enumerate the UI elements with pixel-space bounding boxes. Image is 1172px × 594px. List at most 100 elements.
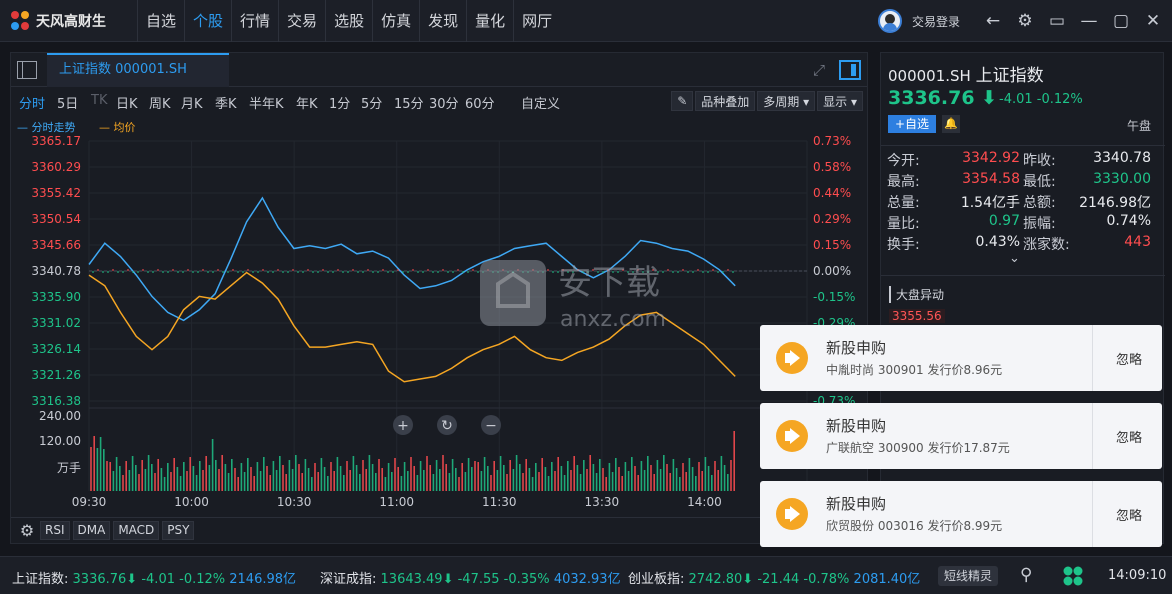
volume-tick: 240.00 <box>39 409 81 423</box>
indicator-tab-2[interactable]: MACD <box>113 521 160 540</box>
app-logo: 天风高财生 <box>8 9 106 33</box>
toast-body: 广联航空 300900 发行价17.87元 <box>826 441 1010 455</box>
indicator-settings-icon[interactable]: ⚙ <box>17 521 37 540</box>
nav-item-7[interactable]: 量化 <box>466 0 513 42</box>
stat-label: 涨家数: <box>1023 237 1070 253</box>
clock: 14:09:10 <box>1108 568 1167 583</box>
intraday-chart[interactable]: 3365.17 3360.29 3355.42 3350.54 3345.66 3340.… <box>11 129 867 517</box>
nav-item-3[interactable]: 交易 <box>278 0 325 42</box>
message-icon[interactable]: ▭ <box>1046 10 1068 32</box>
stat-value: 2146.98亿 <box>1079 195 1151 211</box>
y-tick-left: 3350.54 <box>31 212 81 226</box>
y-tick-right: 0.73% <box>813 134 851 148</box>
x-tick: 11:00 <box>379 495 414 509</box>
minimize-icon[interactable]: — <box>1078 10 1100 32</box>
ipo-toast[interactable]: 新股申购 广联航空 300900 发行价17.87元 忽略 <box>760 403 1162 469</box>
fullscreen-icon[interactable]: ⤢ <box>809 61 829 79</box>
period-tab-8[interactable]: 年K <box>296 93 318 112</box>
maximize-icon[interactable]: ▢ <box>1110 10 1132 32</box>
indicator-tab-3[interactable]: PSY <box>162 521 195 540</box>
stat-label: 昨收: <box>1023 153 1056 169</box>
nav-item-8[interactable]: 网厅 <box>513 0 560 42</box>
period-tab-0[interactable]: 分时 <box>19 93 45 112</box>
bell-icon[interactable]: 🔔 <box>942 115 960 133</box>
ignore-button[interactable]: 忽略 <box>1116 349 1142 368</box>
gear-icon[interactable]: ⚙ <box>1014 10 1036 32</box>
nav-item-4[interactable]: 选股 <box>325 0 372 42</box>
indicator-tab-1[interactable]: DMA <box>72 521 111 540</box>
top-right-tools: 交易登录 ← ⚙ ▭ — ▢ ✕ <box>877 0 1164 42</box>
indicator-tab-0[interactable]: RSI <box>40 521 70 540</box>
stat-row: 总量: 1.54亿手 总额: 2146.98亿 <box>881 190 1165 211</box>
ignore-button[interactable]: 忽略 <box>1116 427 1142 446</box>
quote-name: 上证指数 <box>975 66 1044 86</box>
period-tab-9[interactable]: 1分 <box>329 93 350 112</box>
overlay-button[interactable]: 品种叠加 <box>695 91 756 111</box>
multi-period-label: 多周期 <box>763 95 800 109</box>
stat-row: 今开: 3342.92 昨收: 3340.78 <box>881 148 1165 169</box>
right-panel-toggle-icon[interactable] <box>839 60 861 80</box>
nav-item-6[interactable]: 发现 <box>419 0 466 42</box>
chart-tabbar: 上证指数 000001.SH ⤢ <box>11 53 867 87</box>
watermark-cn: 安下载 <box>558 263 660 303</box>
tab-sh-index[interactable]: 上证指数 000001.SH <box>47 53 229 87</box>
refresh-icon-glyph: ↻ <box>441 418 453 434</box>
ticker-cy-name: 创业板指: <box>628 572 685 587</box>
stat-label: 量比: <box>887 216 920 232</box>
nav-item-0[interactable]: 自选 <box>137 0 184 42</box>
multi-period-select[interactable]: 多周期 ▾ <box>757 91 816 111</box>
y-tick-left: 3326.14 <box>31 342 81 356</box>
y-tick-right: 0.58% <box>813 160 851 174</box>
brush-icon[interactable]: ✎ <box>671 91 694 111</box>
search-icon[interactable]: ⚲ <box>1020 565 1032 585</box>
user-avatar[interactable] <box>877 9 902 33</box>
toast-body: 中胤时尚 300901 发行价8.96元 <box>826 363 1003 377</box>
ticker-cy-chg: -21.44 <box>757 572 800 587</box>
ignore-button[interactable]: 忽略 <box>1116 505 1142 524</box>
close-icon[interactable]: ✕ <box>1142 10 1164 32</box>
volume-tick: 万手 <box>57 461 81 475</box>
ticker-sh[interactable]: 上证指数: 3336.76⬇ -4.01 -0.12% 2146.98亿 <box>12 568 296 587</box>
ipo-toast[interactable]: 新股申购 欣贸股份 003016 发行价8.99元 忽略 <box>760 481 1162 547</box>
watermark-icon: 安下载 anxz.com <box>480 260 666 332</box>
down-arrow-icon: ⬇ <box>981 87 998 109</box>
ticker-cy-amt: 2081.40亿 <box>853 572 921 587</box>
nav-item-5[interactable]: 仿真 <box>372 0 419 42</box>
y-tick-left: 3335.90 <box>31 290 81 304</box>
chevron-down-icon[interactable]: ⌄ <box>1009 251 1020 266</box>
ticker-cy[interactable]: 创业板指: 2742.80⬇ -21.44 -0.78% 2081.40亿 <box>628 568 920 587</box>
x-tick: 13:30 <box>585 495 620 509</box>
period-tab-7[interactable]: 半年K <box>249 93 284 112</box>
trade-login-link[interactable]: 交易登录 <box>912 13 960 30</box>
y-tick-right: 0.15% <box>813 238 851 252</box>
nav-item-1[interactable]: 个股 <box>184 0 231 42</box>
period-tab-13[interactable]: 60分 <box>465 93 495 112</box>
quote-change-pct: -0.12% <box>1036 92 1083 107</box>
period-tab-14[interactable]: 自定义 <box>521 93 560 112</box>
period-tab-4[interactable]: 周K <box>149 93 171 112</box>
sidebar-toggle-icon[interactable] <box>17 61 37 79</box>
period-tab-10[interactable]: 5分 <box>361 93 382 112</box>
nav-item-2[interactable]: 行情 <box>231 0 278 42</box>
period-tab-3[interactable]: 日K <box>116 93 138 112</box>
period-tab-2[interactable]: TK <box>91 93 107 108</box>
stat-label: 最高: <box>887 174 920 190</box>
anomaly-price: 3355.56 <box>889 309 945 323</box>
ipo-toast[interactable]: 新股申购 中胤时尚 300901 发行价8.96元 忽略 <box>760 325 1162 391</box>
quote-stats: 今开: 3342.92 昨收: 3340.78 最高: 3354.58 最低: 3330.00… <box>881 145 1165 253</box>
ticker-sz[interactable]: 深证成指: 13643.49⬇ -47.55 -0.35% 4032.93亿 <box>320 568 621 587</box>
display-select[interactable]: 显示 ▾ <box>817 91 863 111</box>
back-arrow-icon[interactable]: ← <box>982 10 1004 32</box>
apps-grid-icon[interactable] <box>1062 565 1084 587</box>
period-tab-1[interactable]: 5日 <box>57 93 78 112</box>
period-bar: ✎ 品种叠加 多周期 ▾ 显示 ▾ 分时 5日 TK 日K 周K 月K 季K 半年K 年K 1分 5… <box>11 89 867 113</box>
quote-price: 3336.76 ⬇ <box>888 87 997 109</box>
period-tab-12[interactable]: 30分 <box>429 93 459 112</box>
period-tab-11[interactable]: 15分 <box>394 93 424 112</box>
add-watchlist-button[interactable]: +自选 <box>888 115 936 133</box>
short-line-button[interactable]: 短线精灵 <box>938 566 999 586</box>
ticker-sh-arrow-icon: ⬇ <box>126 572 138 587</box>
anomaly-title: 大盘异动 <box>889 286 944 303</box>
period-tab-5[interactable]: 月K <box>181 93 203 112</box>
period-tab-6[interactable]: 季K <box>215 93 237 112</box>
